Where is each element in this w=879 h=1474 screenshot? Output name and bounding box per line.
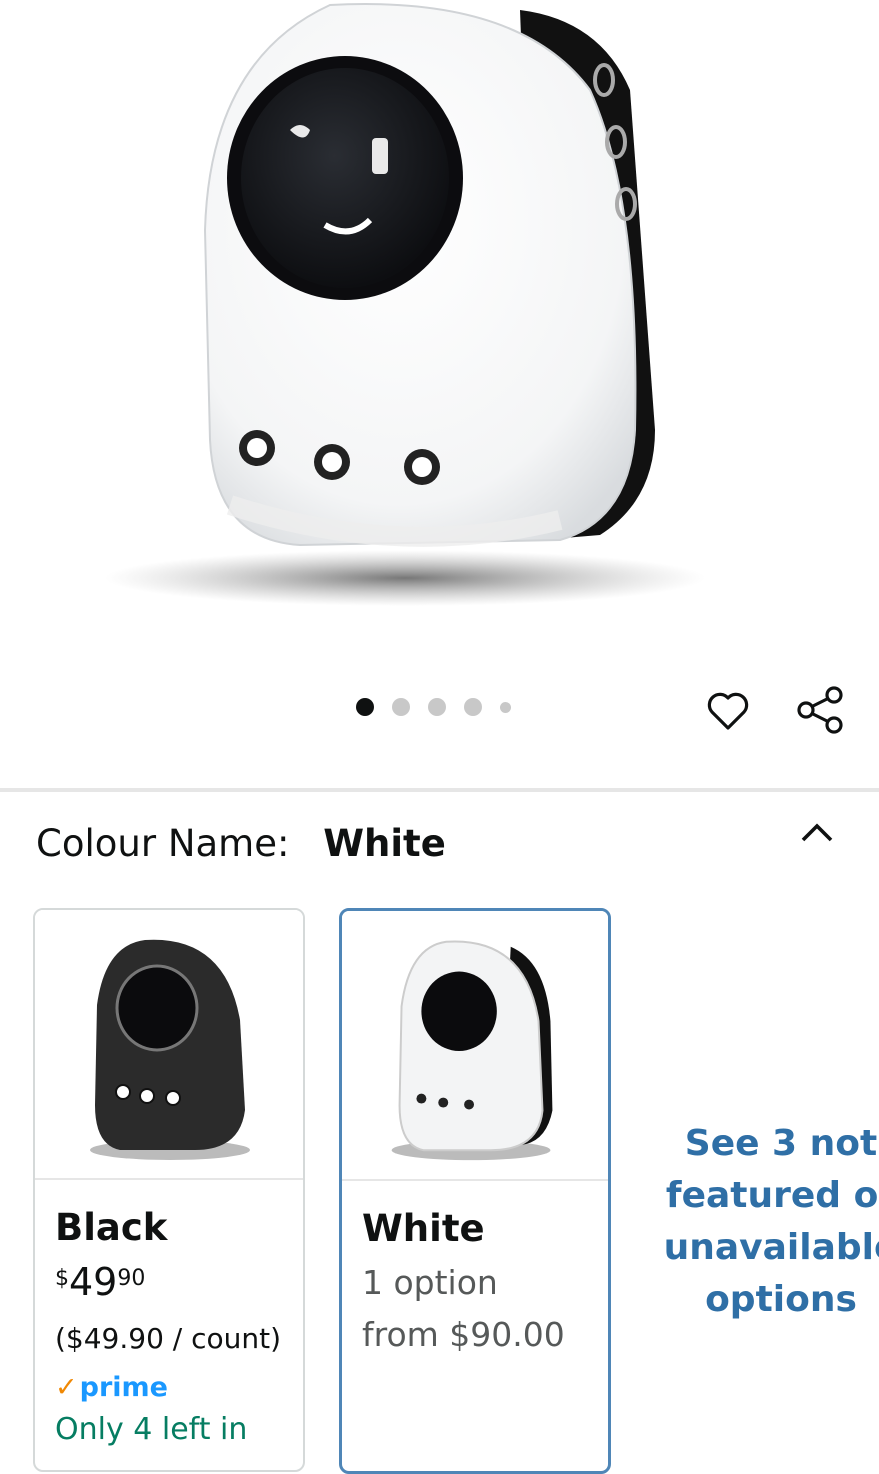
heart-outline-icon[interactable]	[704, 686, 752, 734]
option-thumbnail	[342, 911, 608, 1179]
variation-label: Colour Name:	[36, 822, 290, 865]
share-icon[interactable]	[794, 684, 846, 736]
from-price: from $90.00	[362, 1315, 565, 1354]
variation-header: Colour Name: White	[36, 822, 446, 865]
stock-status: Only 4 left in	[55, 1412, 248, 1447]
option-count: 1 option	[362, 1263, 498, 1302]
variation-option-black[interactable]: Black $4990 ($49.90 / count) ✓prime Only…	[33, 908, 305, 1472]
option-name: Black	[55, 1206, 168, 1249]
carousel-dot[interactable]	[500, 701, 511, 713]
carousel-dot[interactable]	[428, 698, 446, 716]
option-name: White	[362, 1207, 485, 1250]
carousel-dot[interactable]	[392, 698, 410, 716]
unit-price: ($49.90 / count)	[55, 1322, 282, 1355]
see-more-options-link[interactable]: See 3 not featured or unavailable option…	[656, 1118, 879, 1326]
prime-badge: ✓prime	[55, 1372, 168, 1403]
product-image[interactable]	[0, 0, 879, 660]
option-price: $4990	[55, 1260, 146, 1304]
chevron-up-icon[interactable]	[797, 818, 837, 848]
carousel-dot[interactable]	[464, 698, 482, 716]
section-divider	[0, 788, 879, 792]
variation-option-white[interactable]: White 1 option from $90.00	[339, 908, 611, 1474]
option-thumbnail	[35, 910, 303, 1178]
carousel-dot[interactable]	[356, 698, 374, 716]
image-carousel-dots[interactable]	[356, 698, 511, 716]
prime-check-icon: ✓	[55, 1372, 78, 1403]
variation-selected-value: White	[323, 822, 446, 865]
